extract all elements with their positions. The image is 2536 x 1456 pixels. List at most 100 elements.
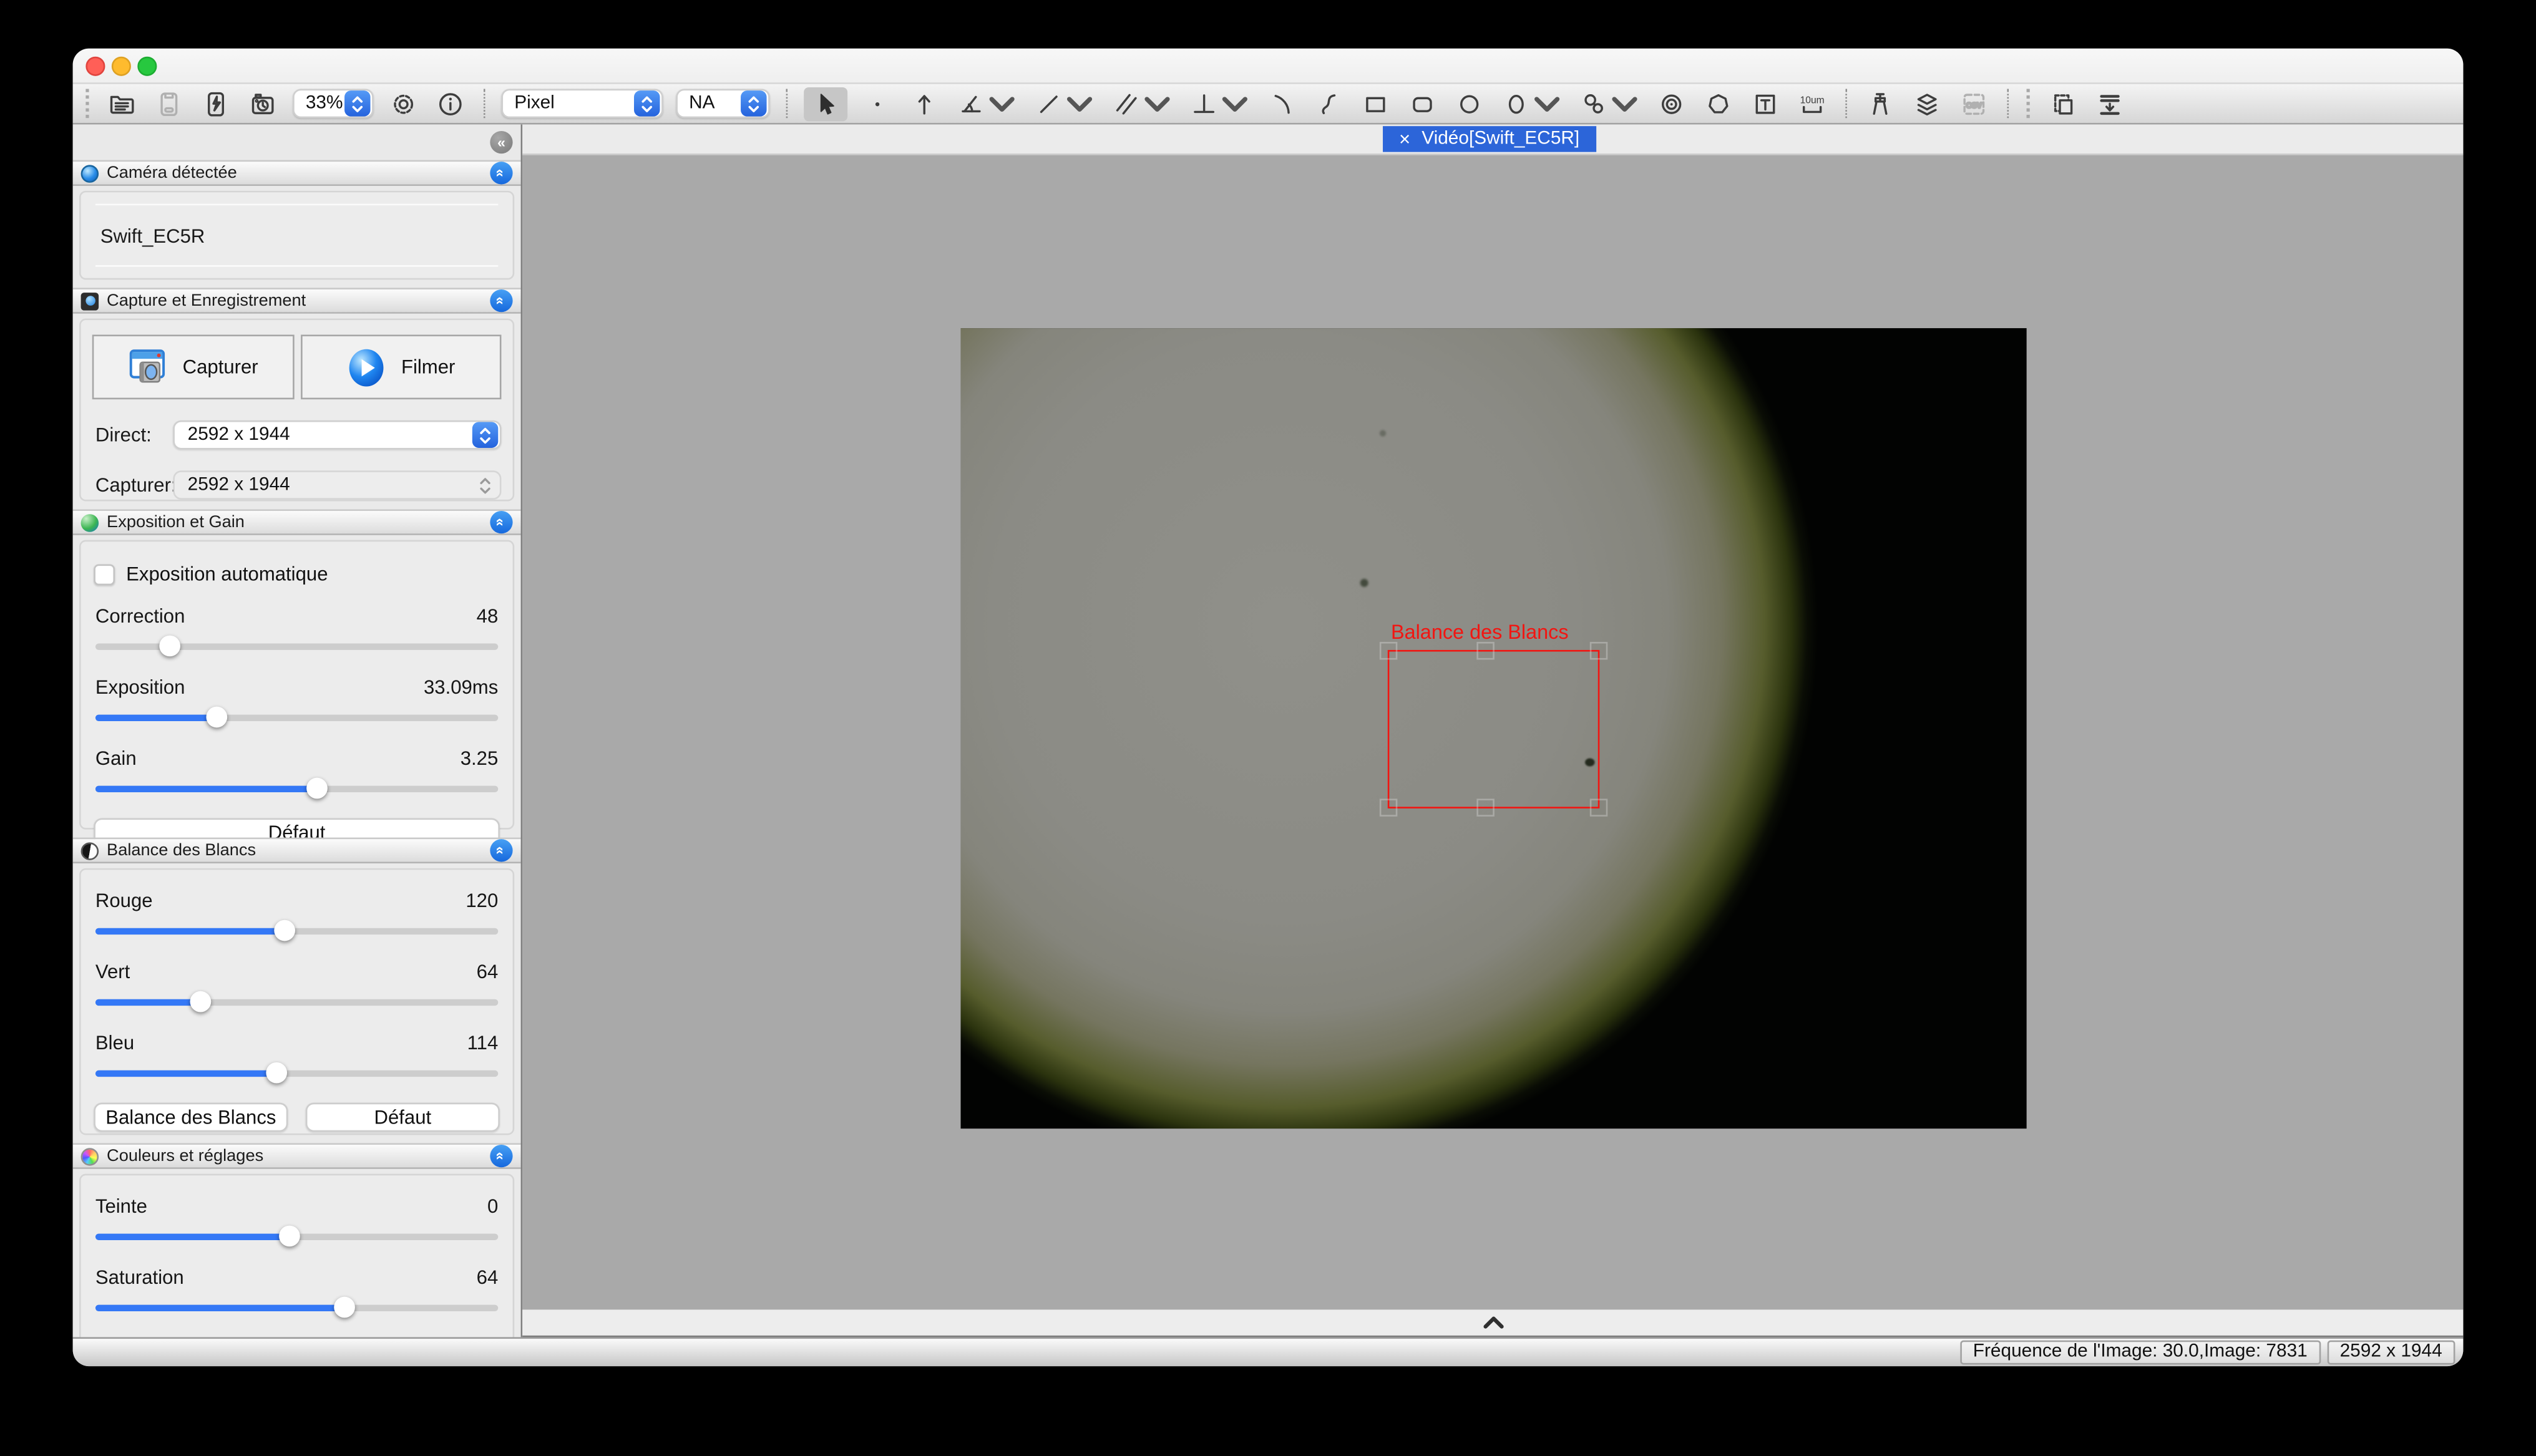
chevron-down-icon[interactable] [1221, 90, 1249, 117]
unit-select[interactable]: Pixel [501, 89, 663, 119]
slider-value: 48 [477, 604, 499, 627]
teinte-slider[interactable] [95, 1234, 498, 1240]
panel-header-capture[interactable]: Capture et Enregistrement « [73, 288, 521, 313]
perpendicular-tool[interactable] [1187, 87, 1252, 120]
capture-resolution-select[interactable]: 2592 x 1944 [173, 470, 501, 500]
magnification-select[interactable]: NA [676, 89, 769, 119]
stepper-icon [634, 90, 660, 116]
slider-thumb[interactable] [266, 1062, 287, 1084]
measure-caliper-button[interactable] [1863, 87, 1897, 120]
roi-handle[interactable] [1380, 642, 1398, 660]
collapse-panel-button[interactable]: « [490, 162, 512, 184]
gain-slider[interactable] [95, 786, 498, 792]
capture-res-label: Capturer: [92, 473, 173, 496]
circle-icon [1456, 90, 1483, 117]
zoom-window-button[interactable] [137, 57, 157, 76]
bleu-slider[interactable] [95, 1070, 498, 1077]
rectangle-tool[interactable] [1358, 87, 1392, 120]
slider-thumb[interactable] [334, 1297, 356, 1318]
correction-slider[interactable] [95, 644, 498, 650]
snapshot-timer-button[interactable] [246, 87, 280, 120]
tab-label: Vidéo[Swift_EC5R] [1422, 129, 1579, 148]
duplicate-view-button[interactable] [2046, 87, 2080, 120]
scalebar-tool[interactable]: 10um [1795, 87, 1829, 120]
detected-camera-item[interactable]: Swift_EC5R [95, 204, 498, 267]
angle-tool[interactable] [954, 87, 1019, 120]
vert-slider[interactable] [95, 999, 498, 1006]
panel-header-colors[interactable]: Couleurs et réglages « [73, 1143, 521, 1168]
line-tool[interactable] [1032, 87, 1097, 120]
chevron-down-icon[interactable] [1533, 90, 1561, 117]
panel-header-camera[interactable]: Caméra détectée « [73, 160, 521, 186]
white-balance-button[interactable]: Balance des Blancs [94, 1103, 288, 1132]
auto-exposure-checkbox[interactable] [94, 563, 115, 585]
panel-header-white-balance[interactable]: Balance des Blancs « [73, 838, 521, 863]
record-video-button[interactable]: Filmer [300, 335, 502, 400]
record-video-icon [346, 347, 387, 387]
close-window-button[interactable] [85, 57, 105, 76]
chevron-down-icon[interactable] [1066, 90, 1093, 117]
slider-thumb[interactable] [190, 991, 211, 1012]
settings-button[interactable] [386, 87, 420, 120]
ellipse-tool[interactable] [1500, 87, 1564, 120]
panel-header-exposure[interactable]: Exposition et Gain « [73, 509, 521, 535]
zoom-level-select[interactable]: 33% [293, 89, 374, 119]
slider-thumb[interactable] [278, 1226, 300, 1247]
pointer-tool[interactable] [804, 87, 847, 120]
arrow-tool[interactable] [907, 87, 941, 120]
layers-button[interactable] [1910, 87, 1944, 120]
tab-video[interactable]: × Vidéo[Swift_EC5R] [1383, 126, 1596, 152]
collapse-panel-button[interactable]: « [490, 1145, 512, 1167]
exposition-slider[interactable] [95, 715, 498, 721]
live-resolution-select[interactable]: 2592 x 1944 [173, 420, 501, 450]
scalebar-icon: 10um [1798, 90, 1826, 117]
curve-tool[interactable] [1312, 87, 1345, 120]
roi-handle[interactable] [1590, 798, 1608, 817]
collapse-panel-button[interactable]: « [490, 289, 512, 312]
circle-tool[interactable] [1452, 87, 1486, 120]
close-tab-icon[interactable]: × [1399, 129, 1410, 148]
white-balance-icon [81, 842, 99, 860]
slider-thumb[interactable] [306, 778, 328, 799]
camera-live-view[interactable]: Balance des Blancs [961, 328, 2027, 1128]
sidebar: « Caméra détectée « Swift_EC5R Capture e [73, 125, 523, 1337]
panel-title: Balance des Blancs [107, 841, 256, 860]
white-balance-roi-rect[interactable] [1388, 650, 1600, 808]
minimize-window-button[interactable] [112, 57, 131, 76]
panel-title: Capture et Enregistrement [107, 291, 306, 311]
roi-handle[interactable] [1476, 642, 1495, 660]
polygon-tool[interactable] [1702, 87, 1735, 120]
chevron-down-icon[interactable] [1143, 90, 1171, 117]
roi-handle[interactable] [1590, 642, 1608, 660]
toolbar-drag-handle[interactable] [85, 89, 90, 119]
rouge-slider[interactable] [95, 928, 498, 934]
export-image-button[interactable] [2093, 87, 2127, 120]
chevron-down-icon[interactable] [1611, 90, 1638, 117]
direct-label: Direct: [92, 424, 173, 446]
concentric-circles-tool[interactable] [1654, 87, 1688, 120]
collapse-panel-button[interactable]: « [490, 839, 512, 861]
text-tool[interactable] [1748, 87, 1782, 120]
parallel-lines-tool[interactable] [1110, 87, 1174, 120]
toolbar-divider [484, 89, 485, 119]
slider-thumb[interactable] [159, 636, 180, 657]
saturation-slider[interactable] [95, 1305, 498, 1311]
open-file-button[interactable] [105, 87, 139, 120]
white-balance-default-button[interactable]: Défaut [306, 1103, 500, 1132]
annulus-tool[interactable] [1577, 87, 1642, 120]
collapse-panel-button[interactable]: « [490, 511, 512, 533]
roi-handle[interactable] [1476, 798, 1495, 817]
quick-capture-button[interactable] [199, 87, 233, 120]
slider-thumb[interactable] [206, 707, 227, 728]
bottom-collapse-strip[interactable] [522, 1309, 2463, 1337]
chevron-down-icon[interactable] [988, 90, 1016, 117]
arc-tool[interactable] [1265, 87, 1299, 120]
roi-handle[interactable] [1380, 798, 1398, 817]
capture-still-button[interactable]: Capturer [92, 335, 294, 400]
slider-thumb[interactable] [274, 920, 295, 941]
point-tool[interactable] [861, 87, 894, 120]
toolbar-drag-handle-2[interactable] [2027, 89, 2032, 119]
info-button[interactable] [434, 87, 467, 120]
sidebar-collapse-button[interactable]: « [490, 131, 512, 153]
rounded-rectangle-tool[interactable] [1405, 87, 1439, 120]
